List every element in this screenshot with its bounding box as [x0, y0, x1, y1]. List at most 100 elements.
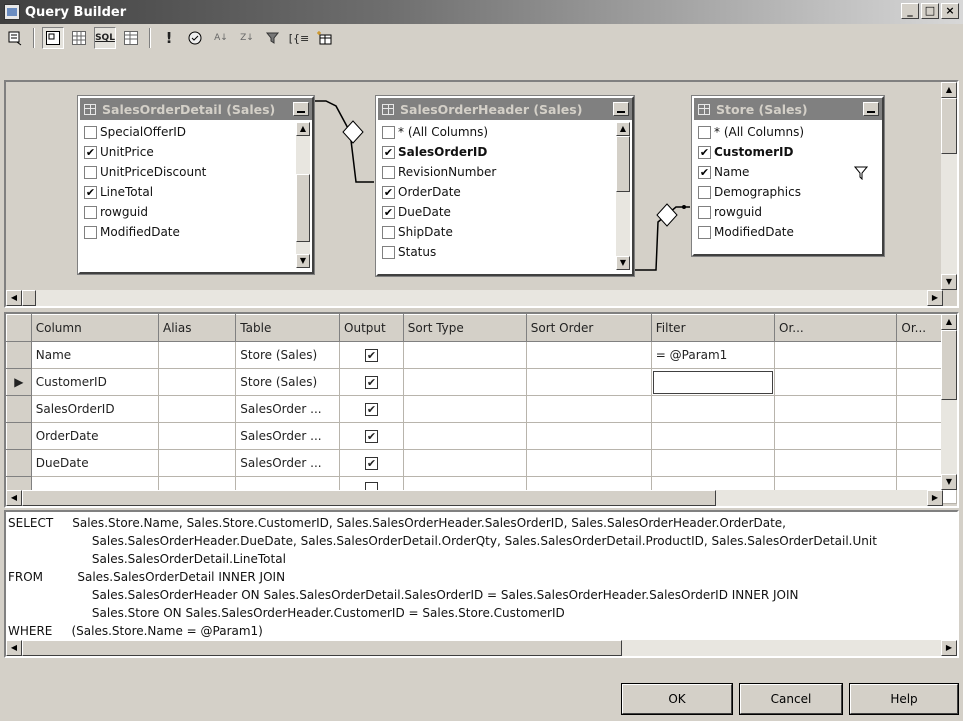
column-row[interactable]: Status [382, 242, 632, 262]
output-checkbox[interactable]: ✔ [364, 376, 378, 389]
add-table-icon[interactable] [314, 27, 336, 49]
run-query-icon[interactable]: ! [158, 27, 180, 49]
row-selector[interactable] [6, 422, 32, 450]
column-row[interactable]: ✔ SalesOrderID [382, 142, 632, 162]
row-selector[interactable] [6, 341, 32, 369]
ok-button[interactable]: OK [621, 683, 733, 715]
column-checkbox[interactable] [84, 205, 97, 219]
table-sales-order-header[interactable]: SalesOrderHeader (Sales) * (All Columns)… [375, 95, 635, 277]
grid-cell-sort-order[interactable] [525, 395, 652, 423]
table-row[interactable]: SalesOrderID SalesOrder ... ✔ [6, 395, 957, 423]
minimize-button[interactable]: _ [901, 3, 919, 19]
grid-cell-or[interactable] [773, 368, 898, 396]
column-row[interactable]: ✔ OrderDate [382, 182, 632, 202]
column-row[interactable]: ✔ DueDate [382, 202, 632, 222]
grid-cell-column[interactable]: DueDate [30, 449, 160, 477]
sort-ascending-icon[interactable]: A↓ [210, 27, 232, 49]
remove-filter-icon[interactable] [262, 27, 284, 49]
table-title-bar[interactable]: SalesOrderHeader (Sales) [378, 98, 632, 120]
diagram-pane[interactable]: SalesOrderDetail (Sales) SpecialOfferID … [4, 80, 959, 308]
maximize-button[interactable]: □ [921, 3, 939, 19]
verify-sql-icon[interactable] [184, 27, 206, 49]
scroll-right-arrow-icon[interactable]: ▶ [941, 640, 957, 656]
column-header[interactable]: Output [339, 314, 404, 342]
grid-cell-output[interactable]: ✔ [339, 368, 404, 396]
column-checkbox[interactable] [84, 225, 97, 239]
scroll-down-arrow-icon[interactable]: ▼ [941, 274, 957, 290]
grid-cell-sort-order[interactable] [525, 422, 652, 450]
grid-cell-filter[interactable] [650, 449, 776, 477]
sort-descending-icon[interactable]: Z↓ [236, 27, 258, 49]
grid-cell-output[interactable]: ✔ [339, 341, 404, 369]
grid-cell-column[interactable]: OrderDate [30, 422, 160, 450]
scroll-right-arrow-icon[interactable]: ▶ [927, 290, 943, 306]
grid-cell-output[interactable]: ✔ [339, 449, 404, 477]
table-row[interactable]: OrderDate SalesOrder ... ✔ [6, 422, 957, 450]
grid-cell-column[interactable]: Name [30, 341, 160, 369]
sql-horizontal-scrollbar[interactable]: ◀ ▶ [6, 640, 957, 656]
table-row[interactable]: ▶ CustomerID Store (Sales) ✔ [6, 368, 957, 396]
grid-cell-filter[interactable] [650, 422, 776, 450]
grid-cell-filter-editing[interactable] [650, 368, 776, 396]
grid-cell-sort-type[interactable] [402, 368, 527, 396]
column-checkbox[interactable] [84, 125, 97, 139]
show-diagram-toggle-icon[interactable] [4, 27, 26, 49]
grid-cell-alias[interactable] [158, 449, 237, 477]
row-selector[interactable] [6, 449, 32, 477]
column-checkbox[interactable] [698, 205, 711, 219]
column-row[interactable]: ✔ CustomerID [698, 142, 882, 162]
help-button[interactable]: Help [849, 683, 959, 715]
table-scrollbar[interactable]: ▲ ▼ [616, 122, 630, 270]
grid-cell-output[interactable]: ✔ [339, 422, 404, 450]
scroll-left-arrow-icon[interactable]: ◀ [6, 490, 22, 506]
title-bar[interactable]: Query Builder _ □ × [0, 0, 963, 24]
table-sales-order-detail[interactable]: SalesOrderDetail (Sales) SpecialOfferID … [77, 95, 315, 275]
table-store[interactable]: Store (Sales) * (All Columns) ✔ CustomerI… [691, 95, 885, 257]
grid-cell-sort-type[interactable] [402, 341, 527, 369]
column-header[interactable]: Sort Order [525, 314, 652, 342]
column-checkbox[interactable] [84, 165, 97, 179]
current-row-marker-icon[interactable]: ▶ [6, 368, 32, 396]
output-checkbox[interactable]: ✔ [364, 457, 378, 470]
grid-cell-sort-order[interactable] [525, 341, 652, 369]
grid-cell-table[interactable]: Store (Sales) [235, 368, 341, 396]
column-header[interactable]: Alias [158, 314, 237, 342]
column-header[interactable]: Filter [650, 314, 776, 342]
output-checkbox[interactable]: ✔ [364, 349, 378, 362]
grid-pane-icon[interactable] [68, 27, 90, 49]
scroll-down-arrow-icon[interactable]: ▼ [941, 474, 957, 490]
grid-cell-sort-type[interactable] [402, 449, 527, 477]
scroll-right-arrow-icon[interactable]: ▶ [927, 490, 943, 506]
output-checkbox[interactable]: ✔ [364, 430, 378, 443]
column-checkbox[interactable] [698, 185, 711, 199]
table-scrollbar[interactable]: ▲ ▼ [296, 122, 310, 268]
column-checkbox[interactable]: ✔ [382, 185, 395, 199]
results-pane-icon[interactable] [120, 27, 142, 49]
column-row[interactable]: RevisionNumber [382, 162, 632, 182]
cancel-button[interactable]: Cancel [739, 683, 843, 715]
grid-cell-column[interactable]: SalesOrderID [30, 395, 160, 423]
grid-cell-alias[interactable] [158, 341, 237, 369]
grid-cell-table[interactable]: SalesOrder ... [235, 449, 341, 477]
column-checkbox[interactable] [698, 125, 711, 139]
diagram-horizontal-scrollbar[interactable]: ◀ ▶ [6, 290, 943, 306]
column-checkbox[interactable] [382, 125, 395, 139]
column-header[interactable]: Sort Type [402, 314, 527, 342]
grid-cell-table[interactable]: SalesOrder ... [235, 422, 341, 450]
column-checkbox[interactable] [382, 165, 395, 179]
scroll-thumb[interactable] [22, 290, 36, 306]
table-row[interactable]: Name Store (Sales) ✔ = @Param1 [6, 341, 957, 369]
column-checkbox[interactable]: ✔ [382, 205, 395, 219]
scroll-up-arrow-icon[interactable]: ▲ [296, 122, 310, 136]
sql-pane[interactable]: SELECT Sales.Store.Name, Sales.Store.Cus… [4, 510, 959, 658]
grid-cell-column[interactable]: CustomerID [30, 368, 160, 396]
grid-cell-alias[interactable] [158, 422, 237, 450]
column-header[interactable]: Or... [773, 314, 898, 342]
criteria-grid-pane[interactable]: Column Alias Table Output Sort Type Sort… [4, 312, 959, 508]
grid-cell-sort-type[interactable] [402, 422, 527, 450]
column-checkbox[interactable]: ✔ [84, 145, 97, 159]
column-row[interactable]: ModifiedDate [698, 222, 882, 242]
column-checkbox[interactable]: ✔ [84, 185, 97, 199]
column-checkbox[interactable] [698, 225, 711, 239]
row-selector[interactable] [6, 395, 32, 423]
